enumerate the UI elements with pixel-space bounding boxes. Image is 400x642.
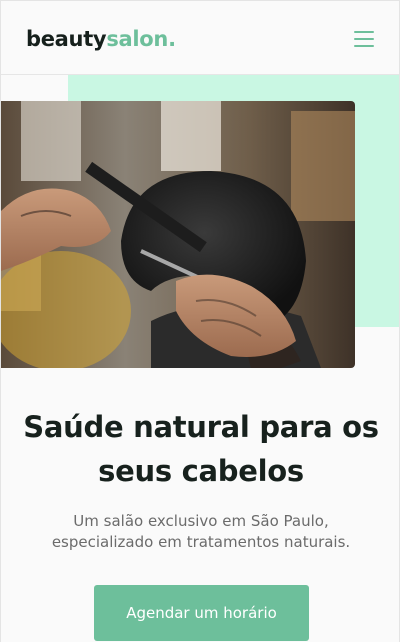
logo-accent-text: salon.: [106, 27, 176, 51]
logo-main-text: beauty: [26, 27, 107, 51]
hero-headline: Saúde natural para os seus cabelos: [23, 410, 379, 488]
site-header: beautysalon.: [1, 1, 399, 75]
logo[interactable]: beautysalon.: [26, 26, 176, 52]
hero-subtitle: Um salão exclusivo em São Paulo, especia…: [51, 512, 351, 551]
page: beautysalon. Saúde natural para os seus …: [0, 0, 400, 642]
book-appointment-button[interactable]: Agendar um horário: [94, 585, 309, 641]
hamburger-menu-icon[interactable]: [354, 30, 376, 48]
hero-image: [1, 101, 355, 368]
